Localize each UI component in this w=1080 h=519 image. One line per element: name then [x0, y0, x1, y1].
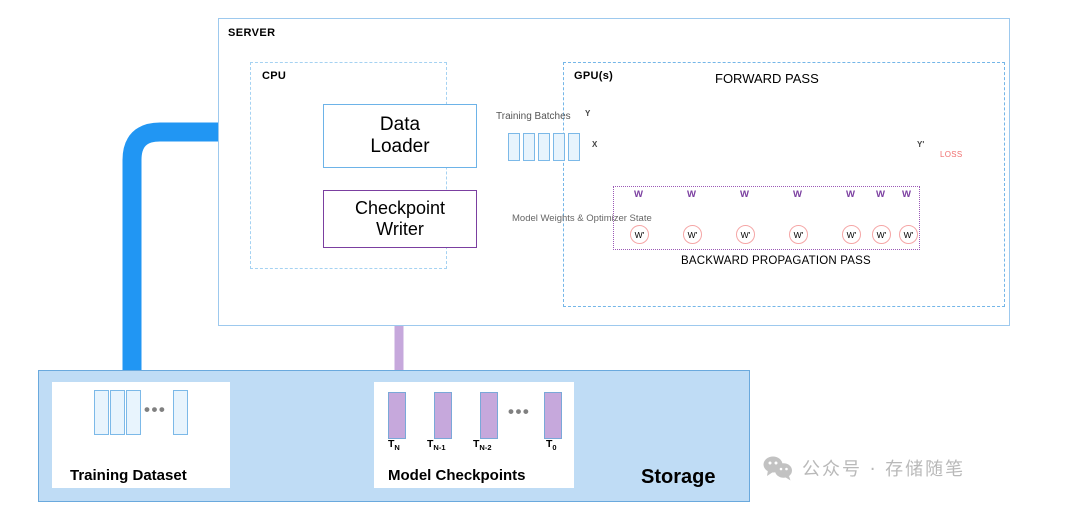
training-batches-label: Training Batches — [496, 111, 571, 122]
checkpoint-bar — [544, 392, 562, 439]
updated-weight-node: W' — [789, 225, 808, 244]
checkpoint-time-label: T0 — [546, 438, 557, 453]
forward-pass-label: FORWARD PASS — [715, 71, 819, 86]
checkpoint-bar — [480, 392, 498, 439]
weight-label: W — [634, 189, 643, 200]
dataset-shard — [126, 390, 141, 435]
checkpoint-writer-box[interactable]: Checkpoint Writer — [323, 190, 477, 248]
backward-pass-label: BACKWARD PROPAGATION PASS — [681, 255, 871, 267]
training-dataset-label: Training Dataset — [70, 467, 187, 484]
updated-weight-node: W' — [683, 225, 702, 244]
checkpoint-ellipsis: ••• — [508, 402, 531, 421]
checkpoint-bar — [388, 392, 406, 439]
y-signal-label: Y — [585, 109, 591, 118]
updated-weight-node: W' — [872, 225, 891, 244]
dataset-shard — [173, 390, 188, 435]
weight-label: W — [876, 189, 885, 200]
loss-label: LOSS — [940, 150, 963, 159]
gpu-label: GPU(s) — [574, 70, 614, 82]
server-label: SERVER — [228, 27, 276, 39]
checkpoint-writer-line1: Checkpoint — [354, 197, 446, 218]
data-loader-line1: Data — [379, 113, 421, 135]
updated-weight-node: W' — [842, 225, 861, 244]
batch-item — [553, 133, 565, 161]
gpu-container — [563, 62, 1005, 307]
weight-label: W — [846, 189, 855, 200]
batch-item — [523, 133, 535, 161]
batch-item — [508, 133, 520, 161]
watermark-text: 公众号 · 存储随笔 — [802, 459, 966, 480]
data-loader-line2: Loader — [370, 136, 430, 157]
dataset-shard — [110, 390, 125, 435]
updated-weight-node: W' — [736, 225, 755, 244]
batch-item — [568, 133, 580, 161]
data-loader-box[interactable]: Data Loader — [323, 104, 477, 168]
weight-label: W — [902, 189, 911, 200]
dataset-shard — [94, 390, 109, 435]
y-hat-signal-label: Y' — [917, 140, 925, 149]
storage-label: Storage — [641, 466, 716, 488]
model-checkpoints-label: Model Checkpoints — [388, 467, 526, 484]
batch-item — [538, 133, 550, 161]
updated-weight-node: W' — [899, 225, 918, 244]
weight-label: W — [687, 189, 696, 200]
checkpoint-time-label: TN-1 — [427, 438, 446, 453]
cpu-label: CPU — [262, 70, 287, 82]
checkpoint-time-label: TN — [388, 438, 400, 453]
checkpoint-time-label: TN-2 — [473, 438, 492, 453]
checkpoint-writer-line2: Writer — [376, 219, 424, 239]
checkpoint-bar — [434, 392, 452, 439]
watermark: 公众号 · 存储随笔 — [763, 455, 965, 481]
updated-weight-node: W' — [630, 225, 649, 244]
weight-label: W — [740, 189, 749, 200]
weight-label: W — [793, 189, 802, 200]
wechat-icon — [763, 456, 792, 481]
model-weights-label: Model Weights & Optimizer State — [512, 212, 652, 226]
x-signal-label: X — [592, 140, 598, 149]
dataset-ellipsis: ••• — [144, 400, 167, 419]
